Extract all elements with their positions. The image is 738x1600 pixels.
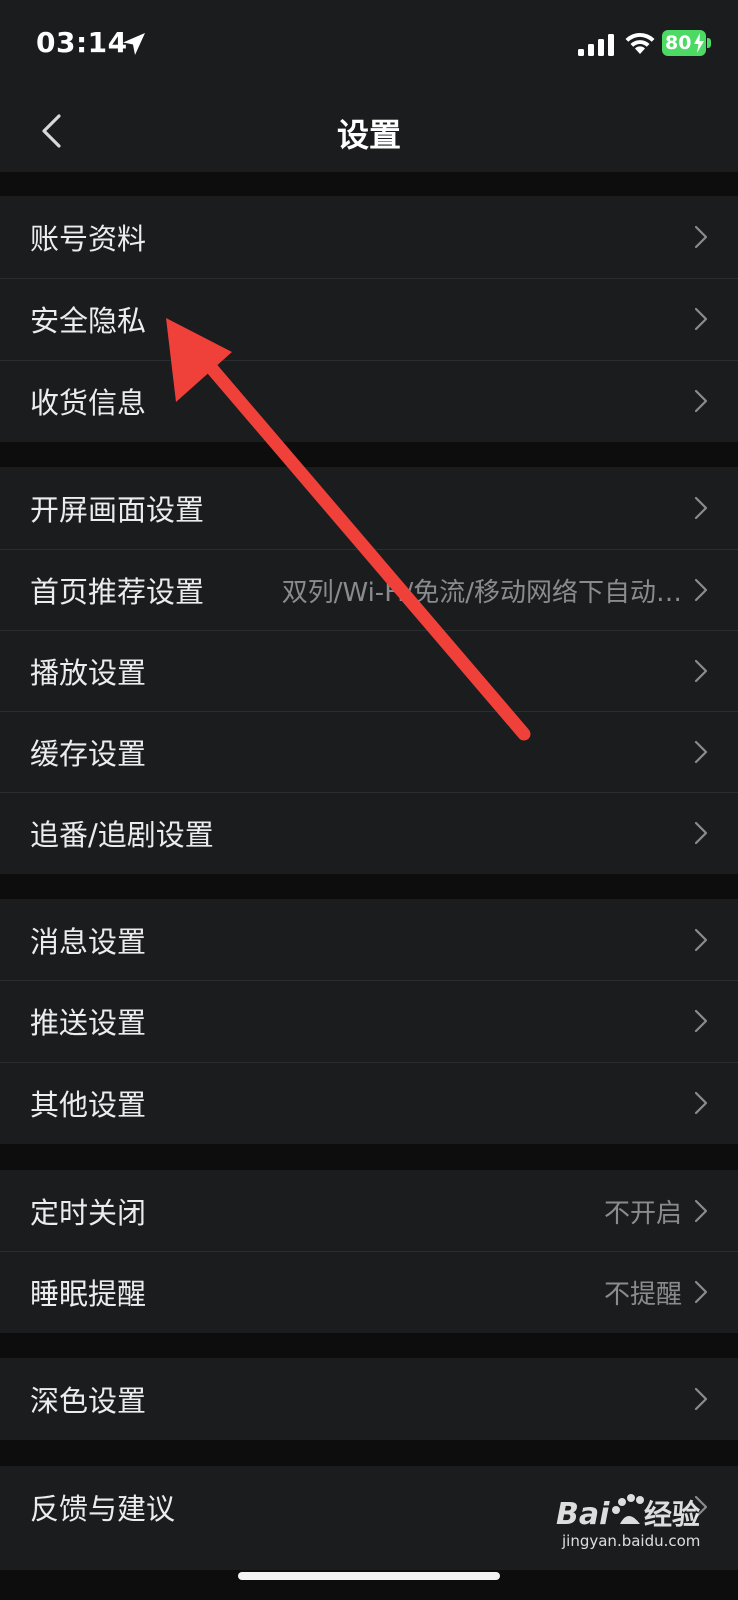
row-label: 缓存设置: [30, 737, 147, 771]
settings-row-messages[interactable]: 消息设置: [0, 899, 738, 981]
chevron-right-icon: [694, 928, 708, 952]
settings-row-sleep-reminder[interactable]: 睡眠提醒 不提醒: [0, 1251, 738, 1333]
row-value: 双列/Wi-Fi/免流/移动网络下自动…: [281, 578, 682, 608]
row-label: 其他设置: [30, 1088, 147, 1122]
svg-text:jingyan.baidu.com: jingyan.baidu.com: [561, 1532, 700, 1550]
settings-row-security-privacy[interactable]: 安全隐私: [0, 278, 738, 360]
settings-row-follow-series[interactable]: 追番/追剧设置: [0, 792, 738, 874]
chevron-right-icon: [694, 225, 708, 249]
status-bar: 03:14 80: [0, 0, 738, 92]
row-label: 反馈与建议: [30, 1492, 176, 1526]
row-label: 收货信息: [30, 386, 147, 420]
row-label: 睡眠提醒: [30, 1277, 147, 1311]
page-title: 设置: [336, 116, 401, 154]
chevron-right-icon: [694, 389, 708, 413]
svg-text:Bai: Bai: [556, 1497, 610, 1532]
settings-row-dark-mode[interactable]: 深色设置: [0, 1358, 738, 1440]
settings-row-other[interactable]: 其他设置: [0, 1062, 738, 1144]
chevron-right-icon: [694, 1387, 708, 1411]
nav-bar: 设置: [0, 92, 738, 172]
settings-row-home-recommend[interactable]: 首页推荐设置 双列/Wi-Fi/免流/移动网络下自动…: [0, 549, 738, 631]
battery-level: 80: [665, 32, 692, 54]
row-value: 不开启: [603, 1199, 682, 1229]
baidu-jingyan-watermark: Bai 经验 jingyan.baidu.com: [556, 1488, 716, 1552]
settings-row-playback[interactable]: 播放设置: [0, 630, 738, 712]
row-label: 播放设置: [30, 656, 147, 690]
settings-row-account[interactable]: 账号资料: [0, 196, 738, 278]
svg-text:经验: 经验: [644, 1498, 700, 1531]
row-label: 首页推荐设置: [30, 575, 205, 609]
chevron-right-icon: [694, 740, 708, 764]
charging-bolt-icon: [694, 33, 704, 53]
row-label: 定时关闭: [30, 1196, 147, 1230]
baidu-logo-icon: Bai 经验 jingyan.baidu.com: [556, 1494, 700, 1550]
location-arrow-icon: [123, 33, 145, 55]
chevron-right-icon: [694, 659, 708, 683]
status-time: 03:14: [36, 26, 128, 59]
row-label: 账号资料: [30, 222, 147, 256]
row-label: 追番/追剧设置: [30, 818, 214, 852]
row-label: 深色设置: [30, 1384, 147, 1418]
battery-indicator: 80: [662, 30, 706, 56]
chevron-right-icon: [694, 1280, 708, 1304]
battery-cap: [707, 38, 711, 48]
settings-screen: 03:14 80 设置 账号资料 安全隐私 收货信息 开屏画面设置 首页推荐设置…: [0, 0, 738, 1600]
settings-row-shipping-info[interactable]: 收货信息: [0, 360, 738, 442]
chevron-right-icon: [694, 307, 708, 331]
row-label: 推送设置: [30, 1006, 147, 1040]
settings-row-cache[interactable]: 缓存设置: [0, 711, 738, 793]
row-label: 开屏画面设置: [30, 493, 205, 527]
settings-row-splash-screen[interactable]: 开屏画面设置: [0, 467, 738, 549]
cellular-signal-icon: [578, 34, 614, 56]
settings-row-push[interactable]: 推送设置: [0, 980, 738, 1062]
settings-row-sleep-timer[interactable]: 定时关闭 不开启: [0, 1170, 738, 1252]
chevron-right-icon: [694, 1199, 708, 1223]
wifi-icon: [625, 32, 655, 54]
row-label: 安全隐私: [30, 304, 147, 338]
chevron-right-icon: [694, 1009, 708, 1033]
chevron-right-icon: [694, 496, 708, 520]
chevron-right-icon: [694, 578, 708, 602]
home-indicator: [238, 1572, 500, 1580]
row-label: 消息设置: [30, 925, 147, 959]
chevron-right-icon: [694, 1091, 708, 1115]
row-value: 不提醒: [603, 1280, 682, 1310]
chevron-right-icon: [694, 821, 708, 845]
